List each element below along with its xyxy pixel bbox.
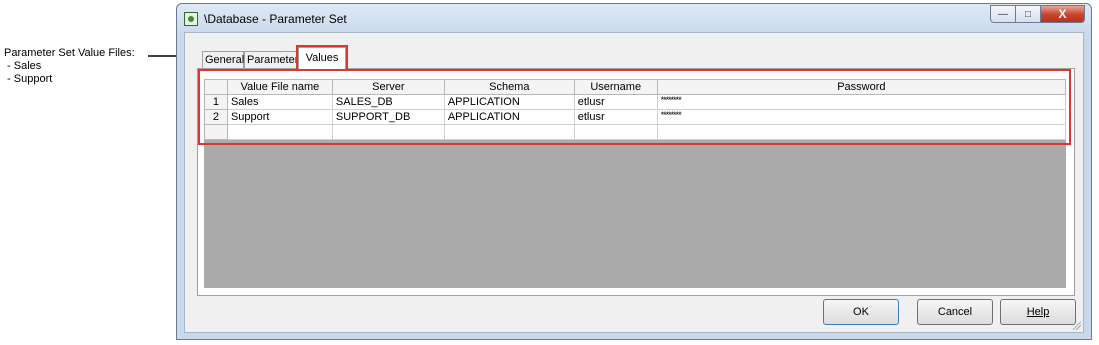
cell-value-file-name[interactable]: Support xyxy=(226,109,333,125)
close-button[interactable]: X xyxy=(1041,5,1085,23)
cell-server-new[interactable] xyxy=(331,124,445,140)
maximize-button[interactable]: □ xyxy=(1016,5,1041,23)
tab-parameters[interactable]: Parameters xyxy=(244,51,304,68)
values-panel: Value File name Server Schema Username P… xyxy=(197,68,1075,296)
row-number[interactable]: 2 xyxy=(204,109,228,125)
cell-username[interactable]: etlusr xyxy=(573,109,658,125)
resize-grip[interactable] xyxy=(1071,320,1081,330)
parameter-set-icon xyxy=(184,12,198,26)
cell-schema-new[interactable] xyxy=(443,124,575,140)
ok-button[interactable]: OK xyxy=(823,299,899,325)
help-button[interactable]: Help xyxy=(1000,299,1076,325)
dialog-client: General Parameters Values Value File nam… xyxy=(184,32,1084,333)
cell-username[interactable]: etlusr xyxy=(573,94,658,110)
cancel-button[interactable]: Cancel xyxy=(917,299,993,325)
column-header-schema[interactable]: Schema xyxy=(443,79,575,95)
minimize-icon: — xyxy=(998,8,1008,20)
values-grid: Value File name Server Schema Username P… xyxy=(198,69,1071,288)
title-bar[interactable]: \Database - Parameter Set — □ X xyxy=(177,4,1091,32)
row-number[interactable]: 1 xyxy=(204,94,228,110)
window-title: \Database - Parameter Set xyxy=(204,12,347,26)
cell-password[interactable]: ******** xyxy=(656,94,1067,110)
cell-password[interactable]: ******** xyxy=(656,109,1067,125)
cell-schema[interactable]: APPLICATION xyxy=(443,109,575,125)
tab-values-label: Values xyxy=(305,52,339,64)
help-button-label: Help xyxy=(1026,306,1050,318)
column-header-username[interactable]: Username xyxy=(573,79,658,95)
values-table: Value File name Server Schema Username P… xyxy=(204,79,1067,140)
tab-parameters-label: Parameters xyxy=(247,54,304,66)
row-number-new[interactable] xyxy=(204,124,228,140)
table-row[interactable]: 2 Support SUPPORT_DB APPLICATION etlusr … xyxy=(204,109,1067,125)
table-row[interactable]: 1 Sales SALES_DB APPLICATION etlusr ****… xyxy=(204,94,1067,110)
tab-general[interactable]: General xyxy=(202,51,244,68)
column-header-password[interactable]: Password xyxy=(656,79,1067,95)
minimize-button[interactable]: — xyxy=(990,5,1016,23)
corner-cell[interactable] xyxy=(204,79,228,95)
column-header-server[interactable]: Server xyxy=(331,79,445,95)
maximize-icon: □ xyxy=(1024,8,1032,20)
cell-server[interactable]: SALES_DB xyxy=(331,94,445,110)
cell-value-file-name[interactable]: Sales xyxy=(226,94,333,110)
cell-username-new[interactable] xyxy=(573,124,658,140)
tab-values[interactable]: Values xyxy=(296,45,348,71)
annotation-item-support: - Support xyxy=(4,73,53,85)
window-controls: — □ X xyxy=(990,5,1085,23)
cell-schema[interactable]: APPLICATION xyxy=(443,94,575,110)
header-row: Value File name Server Schema Username P… xyxy=(204,79,1067,95)
column-header-value-file-name[interactable]: Value File name xyxy=(226,79,333,95)
parameter-set-window: \Database - Parameter Set — □ X General … xyxy=(176,3,1092,340)
cell-value-file-name-new[interactable] xyxy=(226,124,333,140)
close-icon: X xyxy=(1058,7,1067,21)
cell-server[interactable]: SUPPORT_DB xyxy=(331,109,445,125)
new-row[interactable] xyxy=(204,124,1067,140)
cell-password-new[interactable] xyxy=(656,124,1067,140)
tab-general-label: General xyxy=(205,54,245,66)
